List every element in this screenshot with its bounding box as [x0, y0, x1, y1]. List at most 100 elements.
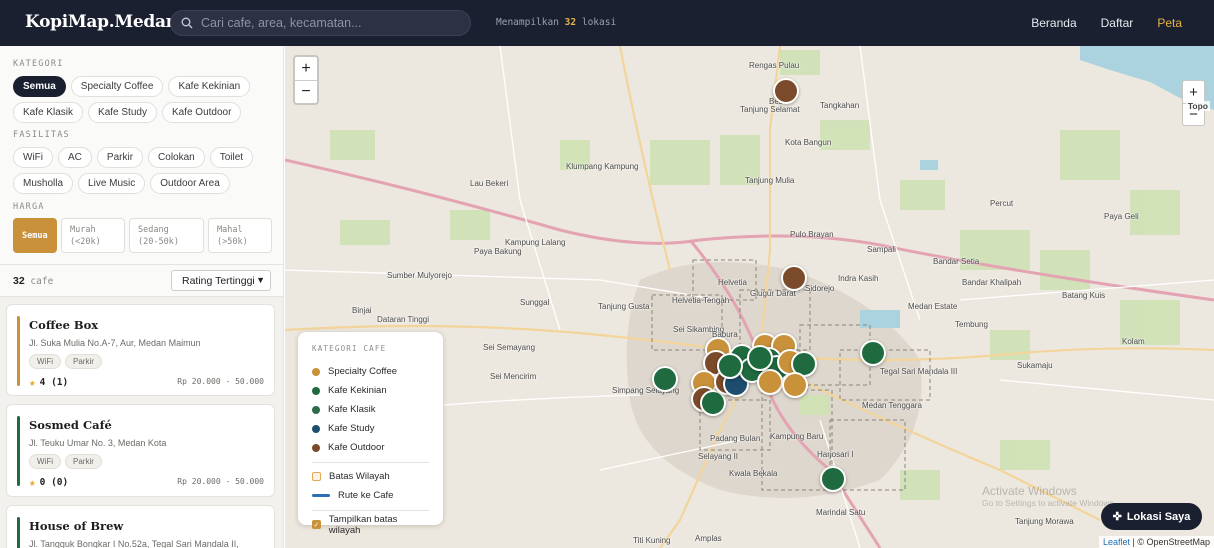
legend-title: KATEGORI CAFE [312, 344, 387, 353]
chip-kafe-outdoor[interactable]: Kafe Outdoor [161, 102, 242, 123]
map-view[interactable]: Rengas PulauBesarTangkahanKota BangunTan… [285, 46, 1214, 548]
fasilitas-chips: WiFi AC Parkir Colokan Toilet Musholla L… [13, 147, 275, 194]
cafe-marker[interactable] [820, 466, 846, 492]
price-mahal-label: Mahal [217, 225, 243, 235]
cafe-marker[interactable] [781, 265, 807, 291]
activation-watermark: Activate Windows Go to Settings to activa… [982, 484, 1116, 508]
legend-dot [312, 367, 320, 376]
chip-outdoor-area[interactable]: Outdoor Area [150, 173, 230, 194]
locate-me-button[interactable]: ✜ Lokasi Saya [1101, 503, 1202, 530]
cafe-count-unit: cafe [30, 276, 54, 287]
nav-daftar[interactable]: Daftar [1101, 16, 1134, 30]
legend-dot [312, 405, 320, 414]
zoom-in-button[interactable]: + [295, 57, 317, 80]
legend-dot [312, 443, 320, 452]
legend-outdoor: Kafe Outdoor [312, 438, 429, 457]
cafe-rating: ★ 4 (1) [29, 376, 68, 389]
chip-kafe-kekinian[interactable]: Kafe Kekinian [168, 76, 251, 97]
place-label: Paya Bakung [474, 247, 522, 256]
price-range: Rp 20.000 - 50.000 [177, 377, 264, 386]
sort-select[interactable]: Rating Tertinggi ▼ [171, 270, 271, 291]
chip-colokan[interactable]: Colokan [148, 147, 205, 168]
tag-parkir: Parkir [65, 354, 102, 369]
cafe-marker[interactable] [757, 369, 783, 395]
checkbox-checked-icon[interactable]: ✓ [312, 520, 321, 529]
leaflet-link[interactable]: Leaflet [1103, 537, 1130, 547]
chip-wifi[interactable]: WiFi [13, 147, 53, 168]
cafe-count: 32 cafe [13, 275, 53, 287]
cafe-card-sosmed-cafe[interactable]: Sosmed Café Jl. Teuku Umar No. 3, Medan … [6, 404, 275, 497]
fasilitas-label: FASILITAS [13, 130, 70, 140]
result-suffix: lokasi [581, 17, 617, 28]
legend-klasik: Kafe Klasik [312, 400, 429, 419]
price-mahal[interactable]: Mahal (>50k) [208, 218, 272, 253]
kategori-chips: Semua Specialty Coffee Kafe Kekinian Kaf… [13, 76, 275, 123]
cafe-marker[interactable] [652, 366, 678, 392]
category-bar [17, 316, 20, 386]
place-label: Indra Kasih [838, 274, 879, 283]
brand-logo[interactable]: KopiMap.Medan [25, 12, 178, 32]
cafe-name[interactable]: Coffee Box [29, 318, 98, 332]
zoom-out-button[interactable]: − [295, 80, 317, 103]
nav-peta[interactable]: Peta [1157, 16, 1182, 30]
watermark-title: Activate Windows [982, 484, 1077, 498]
place-label: Kota Bangun [785, 138, 832, 147]
boundary-toggle[interactable]: ✓ Tampilkan batas wilayah [312, 514, 429, 536]
search-input[interactable] [201, 16, 461, 30]
cafe-address: Jl. Suka Mulia No.A-7, Aur, Medan Maimun [29, 338, 201, 348]
cafe-marker[interactable] [860, 340, 886, 366]
price-mahal-range: (>50k) [217, 237, 248, 247]
cafe-rating: ★ 0 (0) [29, 476, 68, 489]
place-label: Helvetia Tengah [672, 296, 730, 305]
kategori-label: KATEGORI [13, 59, 64, 69]
cafe-marker[interactable] [782, 372, 808, 398]
place-label: Medan Tenggara [862, 401, 922, 410]
cafe-card-house-of-brew[interactable]: House of Brew Jl. Tangguk Bongkar I No.5… [6, 505, 275, 548]
place-label: Padang Bulan [710, 434, 761, 443]
tag-wifi: WiFi [29, 454, 61, 469]
price-murah[interactable]: Murah (<20k) [61, 218, 125, 253]
place-label: Titi Kuning [633, 536, 671, 545]
chip-kategori-semua[interactable]: Semua [13, 76, 66, 97]
place-label: Tembung [955, 320, 988, 329]
search-box[interactable] [170, 10, 471, 36]
cafe-marker[interactable] [773, 78, 799, 104]
rating-value: 0 (0) [39, 477, 69, 488]
place-label: Rengas Pulau [749, 61, 800, 70]
zoom-in-right-button[interactable]: + [1183, 81, 1204, 103]
chip-toilet[interactable]: Toilet [209, 147, 254, 168]
place-label: Harjosari I [817, 450, 854, 459]
place-label: Marindal Satu [816, 508, 866, 517]
legend-label: Rute ke Cafe [338, 490, 394, 501]
cafe-name[interactable]: House of Brew [29, 519, 123, 533]
price-sedang[interactable]: Sedang (20-50k) [129, 218, 204, 253]
top-navbar: KopiMap.Medan Menampilkan 32 lokasi Bera… [0, 0, 1214, 46]
cafe-marker[interactable] [747, 345, 773, 371]
osm-attribution[interactable]: | © OpenStreetMap [1132, 537, 1210, 547]
place-label: Sukamaju [1017, 361, 1053, 370]
layer-toggle[interactable]: Topo [1185, 101, 1210, 111]
legend-dot [312, 386, 320, 395]
price-sedang-range: (20-50k) [138, 237, 179, 247]
chip-live-music[interactable]: Live Music [78, 173, 146, 194]
sort-value: Rating Tertinggi [182, 274, 255, 287]
price-semua[interactable]: Semua [13, 218, 57, 253]
legend-label: Specialty Coffee [328, 366, 398, 377]
chip-kafe-study[interactable]: Kafe Study [88, 102, 157, 123]
cafe-name[interactable]: Sosmed Café [29, 418, 112, 432]
cafe-marker[interactable] [717, 353, 743, 379]
nav-beranda[interactable]: Beranda [1031, 16, 1076, 30]
place-label: Helvetia [718, 278, 747, 287]
place-label: Tanjung Selamat [740, 105, 800, 114]
chip-kafe-klasik[interactable]: Kafe Klasik [13, 102, 84, 123]
zoom-control: + − [293, 55, 319, 105]
chip-ac[interactable]: AC [58, 147, 92, 168]
chip-parkir[interactable]: Parkir [96, 147, 144, 168]
legend-label: Kafe Klasik [328, 404, 376, 415]
place-label: Percut [990, 199, 1014, 208]
place-label: Sei Mencirim [490, 372, 537, 381]
cafe-card-coffee-box[interactable]: Coffee Box Jl. Suka Mulia No.A-7, Aur, M… [6, 304, 275, 396]
chip-musholla[interactable]: Musholla [13, 173, 74, 194]
chip-specialty-coffee[interactable]: Specialty Coffee [70, 76, 164, 97]
legend-divider [312, 462, 429, 463]
